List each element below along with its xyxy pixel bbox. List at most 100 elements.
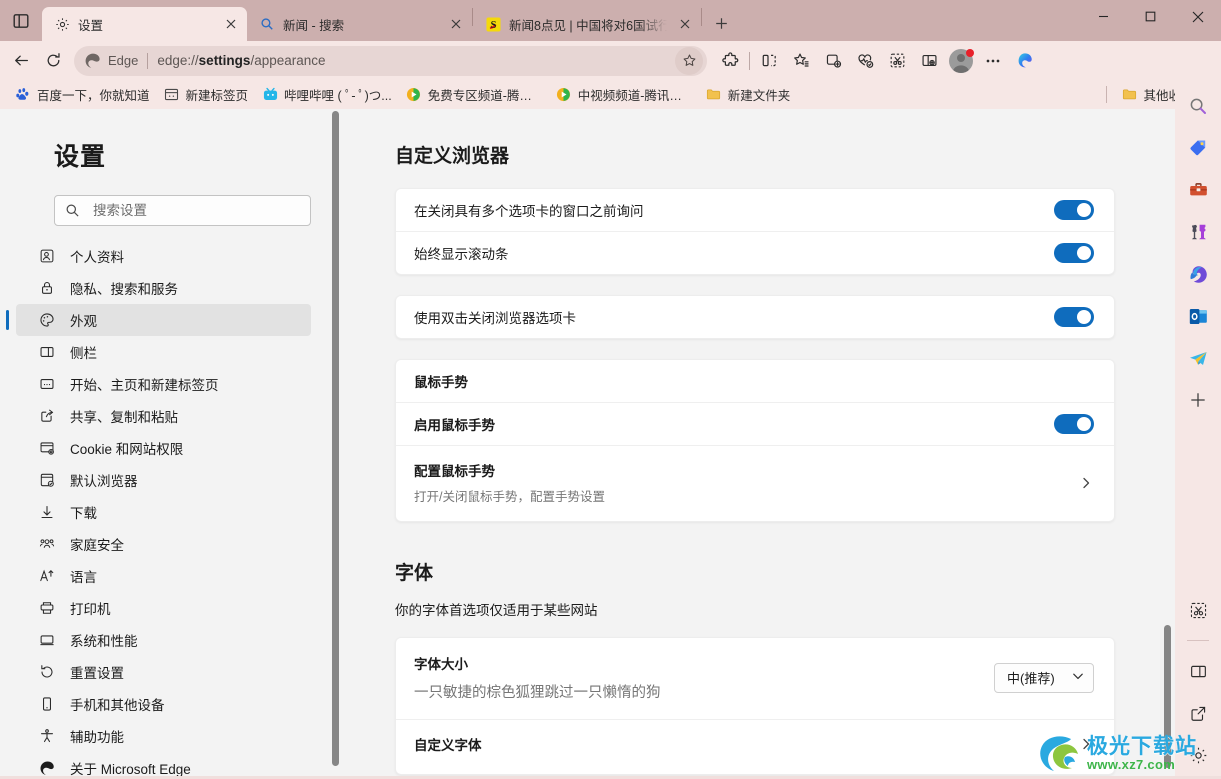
sidebar-scrollbar-thumb[interactable] [332,111,339,766]
tab-news-sohu[interactable]: S 新闻8点见 | 中国将对6国试行单方 [473,7,701,41]
back-button[interactable] [5,45,37,77]
tab-actions-button[interactable] [0,0,42,41]
section-heading-fonts: 字体 [395,563,434,584]
font-size-value: 中(推荐) [1007,671,1055,686]
sidebar-item-system-performance[interactable]: 系统和性能 [16,624,311,656]
refresh-button[interactable] [37,45,69,77]
sidebar-item-share-copy-paste[interactable]: 共享、复制和粘贴 [16,400,311,432]
settings-page: 设置 个人资料 [0,109,1175,779]
sidebar-item-label: 侧栏 [70,346,97,361]
microsoft365-icon[interactable] [1182,258,1214,290]
sidebar-item-default-browser[interactable]: 默认浏览器 [16,464,311,496]
address-bar[interactable]: Edge edge://settings/appearance [74,45,707,76]
sidebar-item-sidebar[interactable]: 侧栏 [16,336,311,368]
sidebar-item-appearance[interactable]: 外观 [6,304,311,336]
setting-row-configure-mouse-gestures[interactable]: 配置鼠标手势 打开/关闭鼠标手势，配置手势设置 [396,445,1114,521]
sidebar-item-printers[interactable]: 打印机 [16,592,311,624]
baidu-icon [15,87,31,103]
setting-row-always-show-scrollbars[interactable]: 始终显示滚动条 [396,231,1114,274]
sidebar-scrollbar[interactable] [329,111,341,779]
minimize-button[interactable] [1080,0,1127,33]
screenshot-icon[interactable] [1182,594,1214,626]
sidebar-item-reset-settings[interactable]: 重置设置 [16,656,311,688]
browser-essentials-icon[interactable] [849,45,881,77]
sidebar-item-label: 语言 [70,570,97,585]
content-scrollbar[interactable] [1161,625,1173,776]
close-icon[interactable] [675,14,695,34]
maximize-button[interactable] [1127,0,1174,33]
bookmark-item[interactable]: 中视频频道-腾讯视... [549,82,699,107]
font-size-select[interactable]: 中(推荐) [994,662,1094,693]
setting-row-ask-before-closing[interactable]: 在关闭具有多个选项卡的窗口之前询问 [396,189,1114,231]
sidebar-item-phone-other-devices[interactable]: 手机和其他设备 [16,688,311,720]
tools-icon[interactable] [1182,174,1214,206]
chevron-right-icon[interactable] [1078,477,1094,489]
add-favorite-icon[interactable] [675,46,703,75]
split-screen-icon[interactable] [753,45,785,77]
add-icon[interactable] [1182,384,1214,416]
collections-icon[interactable] [817,45,849,77]
outlook-icon[interactable] [1182,300,1214,332]
setting-row-enable-mouse-gestures[interactable]: 启用鼠标手势 [396,402,1114,445]
sidebar-item-label: 个人资料 [70,250,124,265]
sidebar-item-label: 家庭安全 [70,538,124,553]
sidebar-item-about-edge[interactable]: 关于 Microsoft Edge [16,752,311,779]
section-heading-customize: 自定义浏览器 [395,146,510,167]
read-aloud-icon[interactable] [913,45,945,77]
telegram-icon[interactable] [1182,342,1214,374]
toggle-enable-mouse-gestures[interactable] [1054,414,1094,434]
toggle-double-click-close[interactable] [1054,307,1094,327]
settings-gear-icon[interactable] [1182,739,1214,771]
bookmark-item[interactable]: 新建标签页 [157,82,256,107]
shopping-tag-icon[interactable] [1182,132,1214,164]
sidebar-item-start-home-newtab[interactable]: 开始、主页和新建标签页 [16,368,311,400]
tabs-row: 设置 新闻 - 搜索 S 新闻8点见 | 中国将对6国试行 [42,0,736,41]
setting-row-font-size[interactable]: 字体大小 一只敏捷的棕色狐狸跳过一只懒惰的狗 中(推荐) [396,638,1114,719]
sidebar-item-family-safety[interactable]: 家庭安全 [16,528,311,560]
sidebar-item-label: 打印机 [70,602,111,617]
sidebar-item-downloads[interactable]: 下载 [16,496,311,528]
sidebar-item-label: 默认浏览器 [70,474,138,489]
search-icon[interactable] [1182,90,1214,122]
tab-news-search[interactable]: 新闻 - 搜索 [247,7,472,41]
setting-row-custom-fonts[interactable]: 自定义字体 [396,719,1114,774]
search-settings-box[interactable] [54,195,311,226]
screenshot-icon[interactable] [881,45,913,77]
tab-settings[interactable]: 设置 [42,7,247,41]
setting-row-mouse-gestures-header: 鼠标手势 [396,360,1114,402]
sidebar-item-accessibility[interactable]: 辅助功能 [16,720,311,752]
lock-icon [38,279,56,297]
favorites-icon[interactable] [785,45,817,77]
bookmark-item[interactable]: 免费专区频道-腾讯... [399,82,549,107]
extensions-icon[interactable] [714,45,746,77]
toggle-ask-before-closing[interactable] [1054,200,1094,220]
search-input[interactable] [93,203,300,218]
bookmark-item[interactable]: 百度一下，你就知道 [8,82,157,107]
home-icon [38,375,56,393]
split-panel-icon[interactable] [1182,655,1214,687]
sidebar-item-profile[interactable]: 个人资料 [16,240,311,272]
sidebar-item-cookies[interactable]: Cookie 和网站权限 [16,432,311,464]
omnibox-url[interactable]: edge://settings/appearance [157,53,675,68]
bookmark-item[interactable]: 哔哩哔哩 ( ﾟ- ﾟ)つ... [255,82,399,107]
toggle-always-show-scrollbars[interactable] [1054,243,1094,263]
new-tab-button[interactable] [706,8,736,38]
close-icon[interactable] [221,14,241,34]
content-scrollbar-thumb[interactable] [1164,625,1171,768]
sidebar-item-languages[interactable]: 语言 [16,560,311,592]
folder-icon [1121,87,1137,103]
setting-label: 在关闭具有多个选项卡的窗口之前询问 [414,204,644,219]
close-icon[interactable] [446,14,466,34]
share-icon [38,407,56,425]
open-external-icon[interactable] [1182,697,1214,729]
bookmark-folder[interactable]: 新建文件夹 [699,82,798,107]
copilot-icon[interactable] [1009,45,1041,77]
close-button[interactable] [1174,0,1221,33]
chevron-right-icon[interactable] [1078,738,1094,750]
settings-more-icon[interactable] [977,45,1009,77]
games-icon[interactable] [1182,216,1214,248]
profile-avatar[interactable] [945,45,977,77]
setting-row-double-click-close[interactable]: 使用双击关闭浏览器选项卡 [396,296,1114,338]
setting-label: 字体大小 [414,657,468,672]
sidebar-item-privacy[interactable]: 隐私、搜索和服务 [16,272,311,304]
